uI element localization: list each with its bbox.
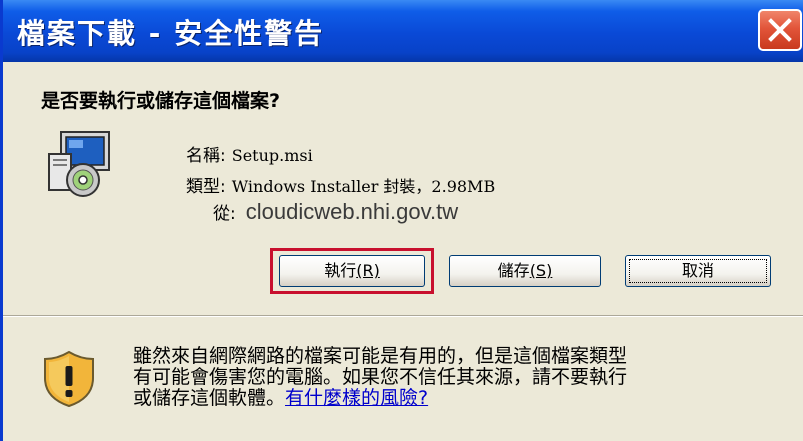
- title-bar[interactable]: 檔案下載 - 安全性警告: [3, 0, 803, 62]
- cancel-button[interactable]: 取消: [625, 255, 771, 287]
- file-source-label: 從:: [213, 204, 236, 224]
- run-button[interactable]: 執行(R): [279, 255, 425, 287]
- file-source-row: 從: cloudicweb.nhi.gov.tw: [213, 199, 458, 225]
- warning-line: 或儲存這個軟體。: [133, 387, 286, 409]
- cancel-button-label: 取消: [681, 261, 714, 280]
- warning-line-with-link: 或儲存這個軟體。有什麼樣的風險?: [133, 388, 793, 409]
- close-icon: [768, 18, 792, 42]
- file-name-label: 名稱:: [186, 146, 226, 166]
- file-name-row: 名稱: Setup.msi: [186, 141, 313, 166]
- warning-line: 雖然來自網際網路的檔案可能是有用的，但是這個檔案類型: [133, 345, 628, 367]
- run-button-accelerator: (R): [356, 261, 380, 280]
- warning-shield-icon: [44, 350, 94, 408]
- dialog-question: 是否要執行或儲存這個檔案?: [41, 90, 281, 112]
- save-button-accelerator: (S): [529, 261, 553, 280]
- security-warning-text: 雖然來自網際網路的檔案可能是有用的，但是這個檔案類型 有可能會傷害您的電腦。如果…: [133, 346, 793, 409]
- close-button[interactable]: [758, 9, 802, 51]
- file-type-row: 類型: Windows Installer 封裝，2.98MB: [186, 172, 495, 197]
- msi-installer-icon: [48, 131, 110, 197]
- file-source-value: cloudicweb.nhi.gov.tw: [245, 199, 459, 224]
- save-button-label: 儲存: [497, 261, 530, 280]
- window-title: 檔案下載 - 安全性警告: [17, 17, 325, 50]
- file-type-label: 類型:: [186, 177, 226, 197]
- separator: [3, 315, 803, 317]
- risk-info-link[interactable]: 有什麼樣的風險?: [285, 387, 428, 409]
- run-button-label: 執行: [324, 261, 357, 280]
- save-button[interactable]: 儲存(S): [449, 255, 601, 287]
- file-download-dialog: 檔案下載 - 安全性警告 是否要執行或儲存這個檔案? 名稱: Setup.msi …: [0, 0, 803, 441]
- file-name-value: Setup.msi: [231, 146, 313, 165]
- file-type-value: Windows Installer 封裝，2.98MB: [231, 177, 496, 196]
- warning-line: 有可能會傷害您的電腦。如果您不信任其來源，請不要執行: [133, 366, 628, 388]
